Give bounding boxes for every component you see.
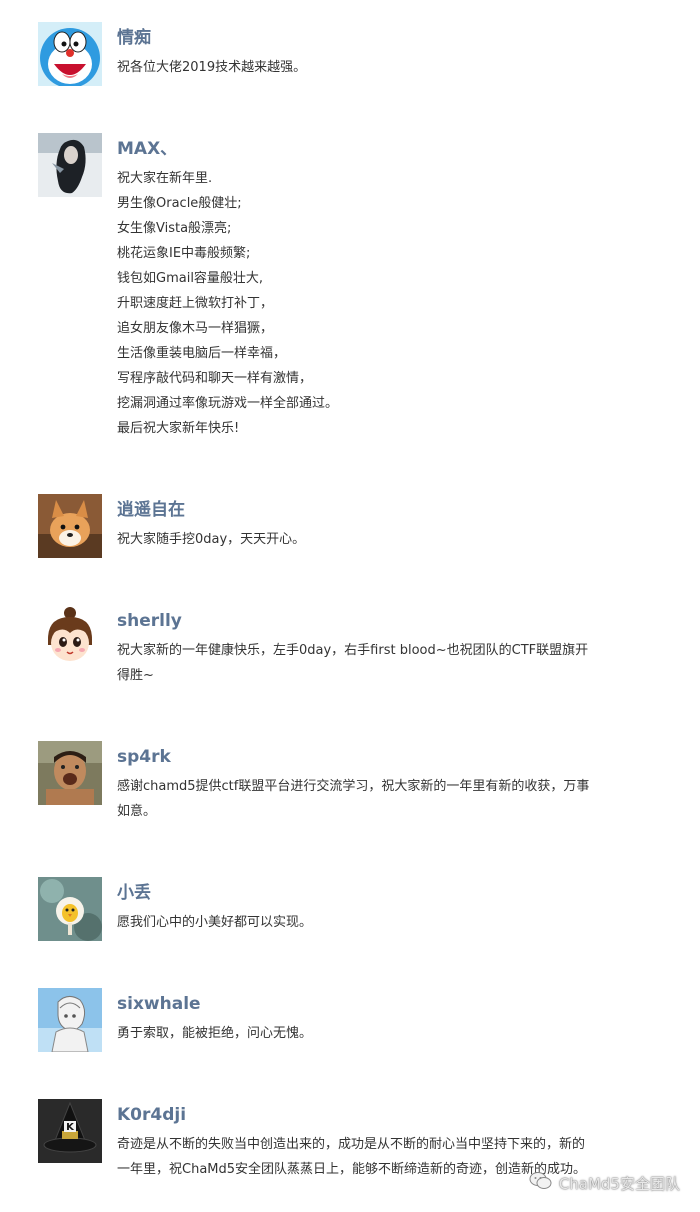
avatar[interactable]: [38, 494, 102, 558]
comment-text: 桃花运象IE中毒般频繁;: [117, 246, 251, 261]
avatar[interactable]: K: [38, 1099, 102, 1163]
username[interactable]: 小丢: [117, 881, 652, 905]
comment-text: 祝各位大佬2019技术越来越强。: [117, 60, 307, 75]
comment-body: 小丢 愿我们心中的小美好都可以实现。: [117, 881, 652, 935]
comment-text: 勇于索取，能被拒绝，问心无愧。: [117, 1026, 313, 1041]
comment-text: 祝大家新的一年健康快乐，左手0day，右手first blood~也祝团队的CT…: [117, 643, 589, 658]
comment-text: 奇迹是从不断的失败当中创造出来的，成功是从不断的耐心当中坚持下来的，新的: [117, 1137, 586, 1152]
comment-text: 祝大家随手挖0day，天天开心。: [117, 532, 306, 547]
username[interactable]: MAX、: [117, 137, 652, 161]
comment-text: 钱包如Gmail容量般壮大,: [117, 271, 264, 286]
avatar[interactable]: [38, 605, 102, 669]
comment-body: sixwhale 勇于索取，能被拒绝，问心无愧。: [117, 992, 652, 1046]
username[interactable]: sherlly: [117, 609, 652, 633]
avatar[interactable]: [38, 133, 102, 197]
comment-body: 情痴 祝各位大佬2019技术越来越强。: [117, 26, 652, 80]
comment-body: sp4rk 感谢chamd5提供ctf联盟平台进行交流学习，祝大家新的一年里有新…: [117, 745, 652, 824]
comment-text: 最后祝大家新年快乐!: [117, 421, 240, 436]
comment-body: sherlly 祝大家新的一年健康快乐，左手0day，右手first blood…: [117, 609, 652, 688]
watermark: ChaMd5安全团队: [529, 1171, 680, 1195]
username[interactable]: 情痴: [117, 26, 652, 50]
avatar[interactable]: [38, 22, 102, 86]
comment-text: 祝大家在新年里.: [117, 171, 213, 186]
comment-text: 生活像重装电脑后一样幸福，: [117, 346, 287, 361]
wechat-icon: [529, 1171, 553, 1195]
username[interactable]: sp4rk: [117, 745, 652, 769]
avatar[interactable]: [38, 988, 102, 1052]
comment-text: 得胜~: [117, 668, 154, 683]
watermark-text: ChaMd5安全团队: [558, 1174, 680, 1193]
comment-text: 男生像Oracle般健壮;: [117, 196, 242, 211]
comment-body: 逍遥自在 祝大家随手挖0day，天天开心。: [117, 498, 652, 552]
comment-text: 写程序敲代码和聊天一样有激情，: [117, 371, 313, 386]
svg-text:K: K: [66, 1122, 75, 1133]
comment-body: MAX、 祝大家在新年里. 男生像Oracle般健壮; 女生像Vista般漂亮;…: [117, 137, 652, 441]
avatar[interactable]: [38, 877, 102, 941]
username[interactable]: K0r4dji: [117, 1103, 652, 1127]
comment-text: 如意。: [117, 804, 157, 819]
username[interactable]: 逍遥自在: [117, 498, 652, 522]
comment-text: 挖漏洞通过率像玩游戏一样全部通过。: [117, 396, 339, 411]
comment-text: 愿我们心中的小美好都可以实现。: [117, 915, 313, 930]
comment-text: 女生像Vista般漂亮;: [117, 221, 232, 236]
comment-text: 感谢chamd5提供ctf联盟平台进行交流学习，祝大家新的一年里有新的收获，万事: [117, 779, 590, 794]
username[interactable]: sixwhale: [117, 992, 652, 1016]
avatar[interactable]: [38, 741, 102, 805]
comment-text: 追女朋友像木马一样猖獗，: [117, 321, 274, 336]
comment-text: 升职速度赶上微软打补丁，: [117, 296, 274, 311]
